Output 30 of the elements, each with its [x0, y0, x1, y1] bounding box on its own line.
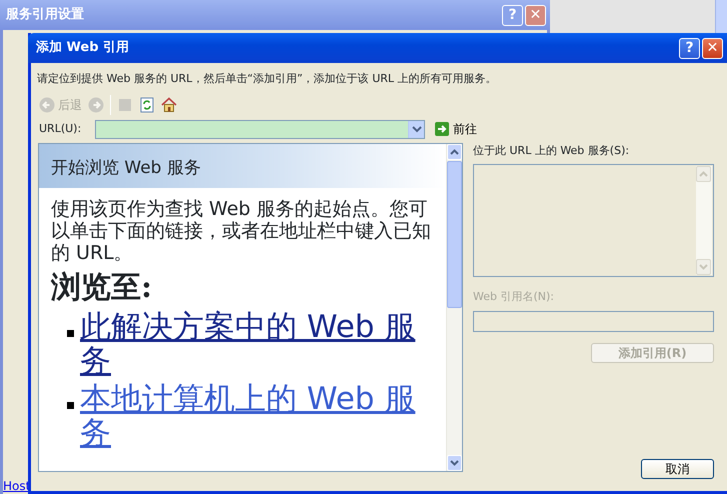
reference-name-field[interactable]: [473, 310, 714, 332]
dialog-title: 添加 Web 引用: [36, 39, 130, 58]
caret-icon: [412, 126, 422, 132]
url-label: URL(U):: [39, 120, 82, 137]
home-icon: [161, 96, 177, 112]
link[interactable]: 本地计算机上的 Web 服务: [80, 382, 420, 450]
instruction-text: 请定位到提供 Web 服务的 URL，然后单击“添加引用”，添加位于该 URL 上的所有可用服务。: [37, 72, 497, 85]
bullet-icon: [67, 330, 74, 336]
url-field[interactable]: [95, 120, 425, 138]
banner-title: 开始浏览 Web 服务: [51, 157, 201, 180]
close-button[interactable]: ✕: [702, 38, 723, 58]
browse-heading: 浏览至:: [50, 268, 154, 306]
go-arrow-icon: [435, 122, 449, 136]
refresh-button[interactable]: [139, 96, 155, 112]
close-button[interactable]: ✕: [525, 4, 546, 26]
reference-name-label: Web 引用名(N):: [473, 289, 555, 305]
square-icon: [117, 96, 133, 112]
scrollbar[interactable]: [715, 0, 727, 33]
window-title: 服务引用设置: [6, 6, 84, 24]
home-button[interactable]: [161, 96, 177, 112]
refresh-icon: [139, 96, 155, 112]
go-button[interactable]: 前往: [429, 120, 477, 138]
services-list[interactable]: [473, 164, 714, 277]
help-button[interactable]: ?: [502, 4, 523, 26]
cancel-button[interactable]: 取消: [641, 459, 714, 479]
help-button[interactable]: ?: [679, 38, 700, 58]
description-text: 使用该页作为查找 Web 服务的起始点。您可以单击下面的链接，或者在地址栏中键入已知的 URL。: [50, 196, 432, 264]
bullet-icon: [67, 402, 74, 408]
services-label: 位于此 URL 上的 Web 服务(S):: [473, 142, 630, 158]
link[interactable]: 此解决方案中的 Web 服务: [80, 310, 420, 378]
